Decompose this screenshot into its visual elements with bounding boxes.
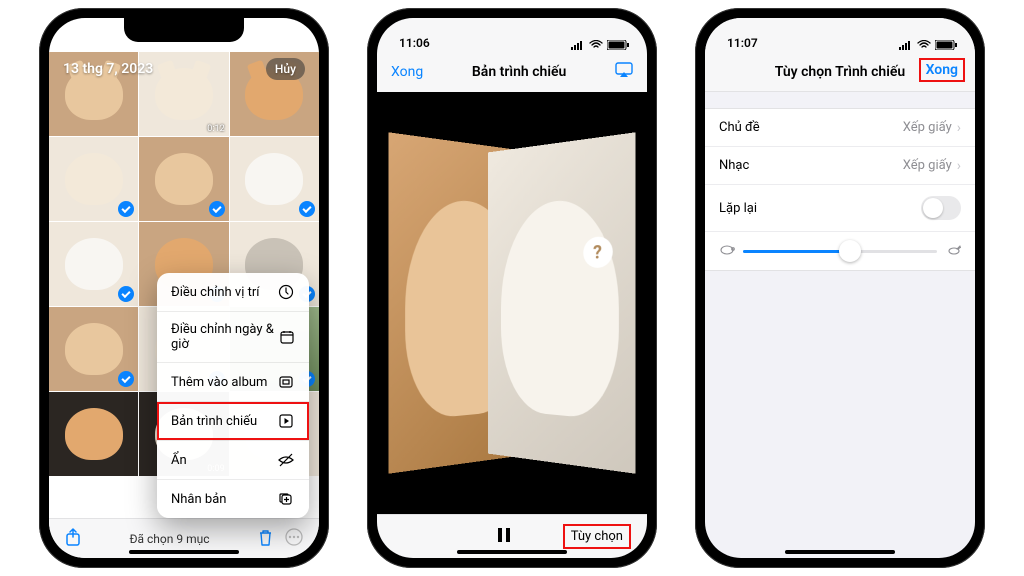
- done-button[interactable]: Xong: [391, 64, 423, 80]
- photo-thumb[interactable]: [49, 307, 138, 391]
- video-duration: 0:12: [207, 124, 224, 134]
- menu-adjust-location[interactable]: Điều chỉnh vị trí: [157, 273, 309, 312]
- row-theme[interactable]: Chủ đề Xếp giấy ›: [705, 109, 975, 147]
- airplay-button[interactable]: [615, 62, 633, 82]
- nav-bar: Xong Bản trình chiếu: [377, 52, 647, 92]
- phone-2: 11:06 Xong Bản trình chiếu ?: [367, 8, 657, 568]
- hide-icon: [277, 451, 295, 469]
- slider-fill: [743, 250, 850, 253]
- status-bar: 11:07: [705, 18, 975, 52]
- home-indicator[interactable]: [785, 550, 895, 554]
- repeat-toggle[interactable]: [921, 196, 961, 220]
- row-label: Chủ đề: [719, 120, 760, 135]
- chevron-right-icon: ›: [957, 159, 961, 173]
- menu-label: Bản trình chiếu: [171, 414, 257, 429]
- menu-label: Điều chỉnh vị trí: [171, 285, 259, 300]
- context-menu: Điều chỉnh vị trí Điều chỉnh ngày & giờ …: [157, 273, 309, 518]
- wifi-icon: [589, 40, 603, 50]
- speed-slider[interactable]: [743, 250, 937, 253]
- nav-title: Tùy chọn Trình chiếu: [775, 64, 905, 80]
- clock-icon: [277, 283, 295, 301]
- nav-title: Bản trình chiếu: [472, 64, 566, 80]
- screen: 11:07 Tùy chọn Trình chiếu Xong Chủ đề X…: [705, 18, 975, 558]
- menu-adjust-datetime[interactable]: Điều chỉnh ngày & giờ: [157, 312, 309, 363]
- row-value: Xếp giấy ›: [903, 158, 961, 173]
- signal-icon: [899, 40, 913, 50]
- screen: 11:06 13 thg 7, 2023 Hủy 0:12: [49, 18, 319, 558]
- chevron-right-icon: ›: [957, 121, 961, 135]
- menu-label: Thêm vào album: [171, 375, 267, 390]
- slider-knob[interactable]: [839, 240, 861, 262]
- phone-3: 11:07 Tùy chọn Trình chiếu Xong Chủ đề X…: [695, 8, 985, 568]
- photo-thumb[interactable]: [139, 137, 228, 221]
- status-right: [243, 40, 301, 50]
- share-button[interactable]: [65, 528, 81, 549]
- menu-label: Điều chỉnh ngày & giờ: [171, 322, 279, 352]
- selected-check-icon: [118, 286, 134, 302]
- status-right: [571, 40, 629, 50]
- nav-bar: Tùy chọn Trình chiếu Xong: [705, 52, 975, 92]
- home-indicator[interactable]: [129, 550, 239, 554]
- row-speed: [705, 232, 975, 270]
- row-label: Nhạc: [719, 158, 749, 173]
- status-time: 11:06: [399, 36, 430, 50]
- menu-label: Nhân bản: [171, 492, 226, 507]
- battery-icon: [935, 40, 957, 50]
- status-right: [899, 40, 957, 50]
- signal-icon: [243, 40, 257, 50]
- row-label: Lặp lại: [719, 201, 757, 216]
- menu-label: Ẩn: [171, 453, 187, 468]
- selected-check-icon: [118, 201, 134, 217]
- menu-slideshow[interactable]: Bản trình chiếu: [157, 402, 309, 441]
- selected-check-icon: [209, 201, 225, 217]
- done-button[interactable]: Xong: [919, 58, 965, 82]
- rabbit-icon: [945, 244, 961, 258]
- album-icon: [277, 373, 295, 391]
- status-bar: 11:06: [49, 18, 319, 52]
- duplicate-icon: [277, 490, 295, 508]
- slideshow-preview[interactable]: ?: [377, 92, 647, 514]
- options-button[interactable]: Tùy chọn: [563, 524, 631, 549]
- menu-duplicate[interactable]: Nhân bản: [157, 480, 309, 518]
- photo-thumb[interactable]: [49, 137, 138, 221]
- slide-face-right: ?: [488, 132, 635, 473]
- cancel-button[interactable]: Hủy: [266, 58, 305, 80]
- header: 13 thg 7, 2023 Hủy: [49, 54, 319, 84]
- more-button[interactable]: [285, 528, 303, 549]
- menu-hide[interactable]: Ẩn: [157, 441, 309, 480]
- turtle-icon: [719, 244, 735, 258]
- battery-icon: [607, 40, 629, 50]
- screen: 11:06 Xong Bản trình chiếu ?: [377, 18, 647, 558]
- calendar-icon: [279, 328, 295, 346]
- photo-thumb[interactable]: [230, 137, 319, 221]
- status-bar: 11:06: [377, 18, 647, 52]
- row-value: Xếp giấy ›: [903, 120, 961, 135]
- selected-check-icon: [118, 371, 134, 387]
- row-repeat: Lặp lại: [705, 185, 975, 232]
- phone-1: 11:06 13 thg 7, 2023 Hủy 0:12: [39, 8, 329, 568]
- options-list: Chủ đề Xếp giấy › Nhạc Xếp giấy › Lặp lạ…: [705, 108, 975, 271]
- signal-icon: [571, 40, 585, 50]
- menu-add-to-album[interactable]: Thêm vào album: [157, 363, 309, 402]
- photo-thumb[interactable]: [49, 392, 138, 476]
- selection-count: Đã chọn 9 mục: [129, 532, 209, 546]
- wifi-icon: [917, 40, 931, 50]
- trash-button[interactable]: [258, 529, 273, 549]
- wifi-icon: [261, 40, 275, 50]
- status-time: 11:07: [727, 36, 758, 50]
- battery-icon: [279, 40, 301, 50]
- date-title: 13 thg 7, 2023: [63, 61, 153, 77]
- photo-thumb[interactable]: [49, 222, 138, 306]
- selected-check-icon: [299, 201, 315, 217]
- row-music[interactable]: Nhạc Xếp giấy ›: [705, 147, 975, 185]
- play-icon: [277, 412, 295, 430]
- status-time: 11:06: [71, 36, 102, 50]
- pause-button[interactable]: [497, 527, 511, 547]
- home-indicator[interactable]: [457, 550, 567, 554]
